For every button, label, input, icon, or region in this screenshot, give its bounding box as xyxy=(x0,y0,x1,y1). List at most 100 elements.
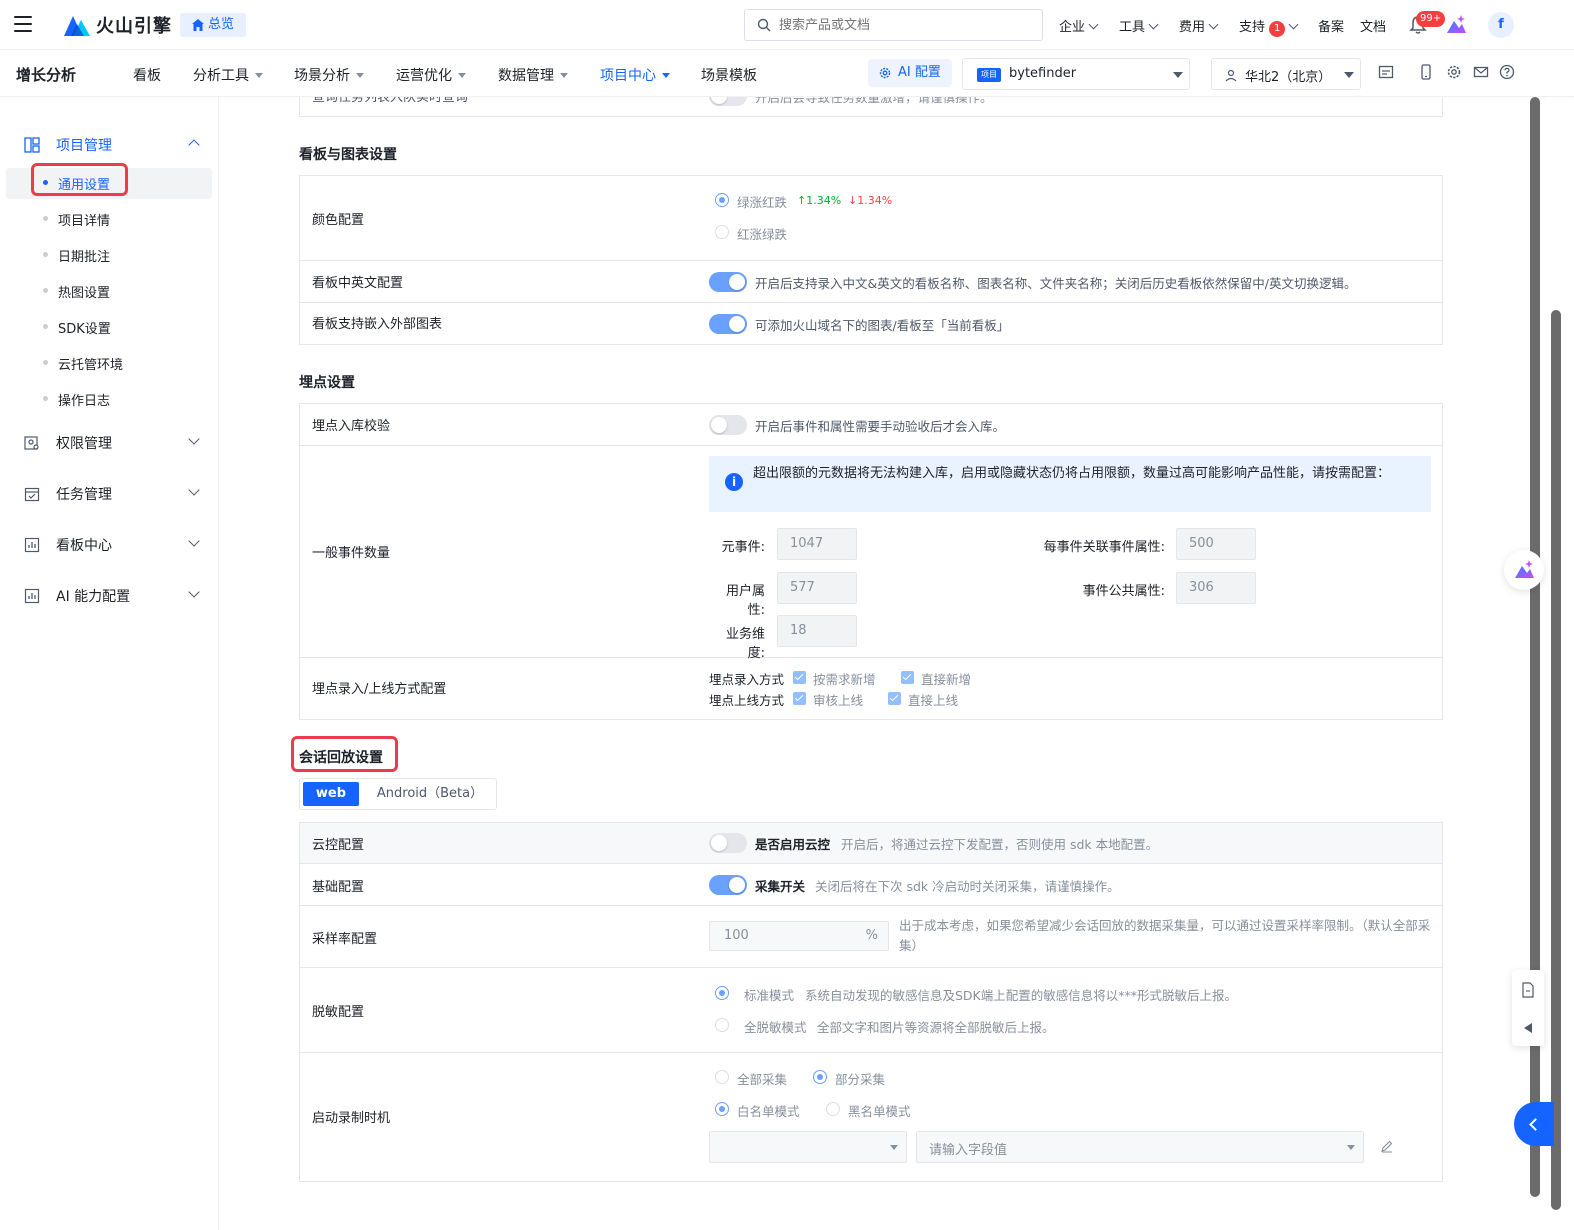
bilingual-toggle[interactable] xyxy=(709,272,747,292)
sidebar-group-permissions-label: 权限管理 xyxy=(56,436,112,452)
radio-collect-all[interactable] xyxy=(715,1070,729,1084)
menu-billing[interactable]: 费用 xyxy=(1179,16,1219,35)
biz-dim-label: 业务维度: xyxy=(725,627,765,661)
page-scrollbar-thumb[interactable] xyxy=(1551,310,1561,1210)
nav-scenario-template[interactable]: 场景模板 xyxy=(701,65,757,85)
collect-switch-title: 采集开关 xyxy=(755,879,806,894)
home-overview-button[interactable]: 总览 xyxy=(180,13,247,37)
nav-data-management[interactable]: 数据管理 xyxy=(498,65,568,85)
menu-tools[interactable]: 工具 xyxy=(1119,16,1159,35)
embed-row: 看板支持嵌入外部图表 可添加火山域名下的图表/看板至「当前看板」 xyxy=(300,303,1442,345)
online-review-label: 审核上线 xyxy=(813,693,864,708)
edit-pencil-icon[interactable] xyxy=(1380,1139,1394,1153)
brand-name: 火山引擎 xyxy=(96,16,172,37)
menu-tools-label: 工具 xyxy=(1119,20,1146,35)
link-filing[interactable]: 备案 xyxy=(1318,16,1344,35)
search-input[interactable] xyxy=(779,15,1029,35)
sidebar-group-project-management[interactable]: 项目管理 xyxy=(24,135,112,155)
query-queue-toggle[interactable] xyxy=(709,97,747,106)
radio-full-mask[interactable] xyxy=(715,1018,729,1032)
floating-ai-assistant-button[interactable] xyxy=(1504,550,1544,590)
document-icon[interactable] xyxy=(1521,982,1535,998)
nav-dashboard[interactable]: 看板 xyxy=(133,65,161,85)
mail-icon[interactable] xyxy=(1473,64,1489,80)
menu-enterprise[interactable]: 企业 xyxy=(1059,16,1099,35)
nav-scenario-analysis[interactable]: 场景分析 xyxy=(294,65,364,85)
sidebar-item-date-annotations[interactable]: 日期批注 xyxy=(58,246,110,265)
settings-gear-icon[interactable] xyxy=(1446,64,1462,80)
radio-red-up[interactable] xyxy=(715,225,729,239)
mobile-icon[interactable] xyxy=(1418,64,1434,80)
region-select[interactable]: 华北2（北京） xyxy=(1211,58,1361,90)
chevron-down-icon[interactable] xyxy=(188,484,200,496)
sidebar-group-ai-capability[interactable]: AI 能力配置 xyxy=(24,586,130,606)
collect-switch-toggle[interactable] xyxy=(709,875,747,895)
ai-config-button[interactable]: AI 配置 xyxy=(868,59,952,87)
radio-collect-partial[interactable] xyxy=(813,1070,827,1084)
checkbox-online-review[interactable] xyxy=(793,692,806,705)
nav-project-center[interactable]: 项目中心 xyxy=(600,65,670,85)
sidebar-group-dashboard-center[interactable]: 看板中心 xyxy=(24,535,112,555)
embed-toggle[interactable] xyxy=(709,314,747,334)
calendar-note-icon[interactable] xyxy=(1378,64,1394,80)
radio-green-up[interactable] xyxy=(715,193,729,207)
nav-operation-optimize[interactable]: 运营优化 xyxy=(396,65,466,85)
tracking-section-title: 埋点设置 xyxy=(299,375,355,391)
sidebar-item-cloud-hosting[interactable]: 云托管环境 xyxy=(58,354,123,373)
user-avatar[interactable]: f xyxy=(1488,12,1514,38)
radio-blacklist[interactable] xyxy=(826,1102,840,1116)
highlight-box xyxy=(291,736,398,772)
hamburger-menu-icon[interactable] xyxy=(14,16,32,32)
checkbox-entry-by-demand[interactable] xyxy=(793,671,806,684)
sidebar-item-sdk-settings[interactable]: SDK设置 xyxy=(58,318,111,337)
biz-dim-value: 18 xyxy=(777,615,857,647)
bilingual-label: 看板中英文配置 xyxy=(312,276,404,291)
help-icon[interactable] xyxy=(1499,64,1515,80)
ai-sparkle-icon[interactable] xyxy=(1445,14,1467,36)
chevron-down-icon[interactable] xyxy=(188,535,200,547)
chevron-down-icon[interactable] xyxy=(188,586,200,598)
nav-scenario-analysis-label: 场景分析 xyxy=(294,68,350,84)
field-value-select[interactable]: 请输入字段值 xyxy=(916,1131,1364,1163)
ai-config-label: AI 配置 xyxy=(898,65,941,80)
event-count-label: 一般事件数量 xyxy=(312,546,391,561)
green-up-label: 绿涨红跌 xyxy=(737,195,788,210)
side-panel-toggle-button[interactable] xyxy=(1514,1102,1554,1146)
meta-event-value: 1047 xyxy=(777,528,857,560)
field-key-select[interactable] xyxy=(709,1131,907,1163)
collapse-left-icon[interactable] xyxy=(1523,1022,1533,1034)
global-search[interactable] xyxy=(744,9,1043,41)
project-select[interactable]: 项目 bytefinder xyxy=(962,58,1190,90)
quota-info-text: 超出限额的元数据将无法构建入库，启用或隐藏状态仍将占用限额，数量过高可能影响产品… xyxy=(753,466,1391,481)
nav-analysis-tools[interactable]: 分析工具 xyxy=(193,65,263,85)
radio-whitelist[interactable] xyxy=(715,1102,729,1116)
event-count-row: 一般事件数量 i 超出限额的元数据将无法构建入库，启用或隐藏状态仍将占用限额，数… xyxy=(300,446,1442,661)
tab-web[interactable]: web xyxy=(303,782,359,806)
tracking-verify-label: 埋点入库校验 xyxy=(312,419,391,434)
radio-standard-mask[interactable] xyxy=(715,986,729,1000)
chevron-down-icon[interactable] xyxy=(188,433,200,445)
tab-android[interactable]: Android（Beta） xyxy=(370,782,490,806)
sidebar-item-operation-log[interactable]: 操作日志 xyxy=(58,390,110,409)
sidebar-item-project-details[interactable]: 项目详情 xyxy=(58,210,110,229)
brand-logo[interactable]: 火山引擎 xyxy=(64,12,172,38)
link-docs[interactable]: 文档 xyxy=(1360,16,1386,35)
nav-analysis-tools-label: 分析工具 xyxy=(193,68,249,84)
bilingual-row: 看板中英文配置 开启后支持录入中文&英文的看板名称、图表名称、文件夹名称；关闭后… xyxy=(300,261,1442,303)
ai-gear-icon xyxy=(879,67,891,79)
sample-rate-input[interactable]: 100 % xyxy=(709,921,889,951)
cloud-control-title: 是否启用云控 xyxy=(755,837,831,852)
sidebar-group-permissions[interactable]: 权限管理 xyxy=(24,433,112,453)
chevron-down-icon xyxy=(1288,19,1299,30)
up-sample-value: ↑1.34% xyxy=(797,194,842,207)
online-mode-label: 埋点上线方式 xyxy=(709,693,785,708)
sidebar-item-heatmap-settings[interactable]: 热图设置 xyxy=(58,282,110,301)
tracking-verify-toggle[interactable] xyxy=(709,415,747,435)
checkbox-online-direct[interactable] xyxy=(888,692,901,705)
checkbox-entry-direct[interactable] xyxy=(901,671,914,684)
menu-support[interactable]: 支持 1 xyxy=(1239,16,1299,37)
sidebar-group-dashboard-label: 看板中心 xyxy=(56,538,112,554)
cloud-control-toggle[interactable] xyxy=(709,833,747,853)
chevron-up-icon[interactable] xyxy=(188,139,200,151)
sidebar-group-tasks[interactable]: 任务管理 xyxy=(24,484,112,504)
